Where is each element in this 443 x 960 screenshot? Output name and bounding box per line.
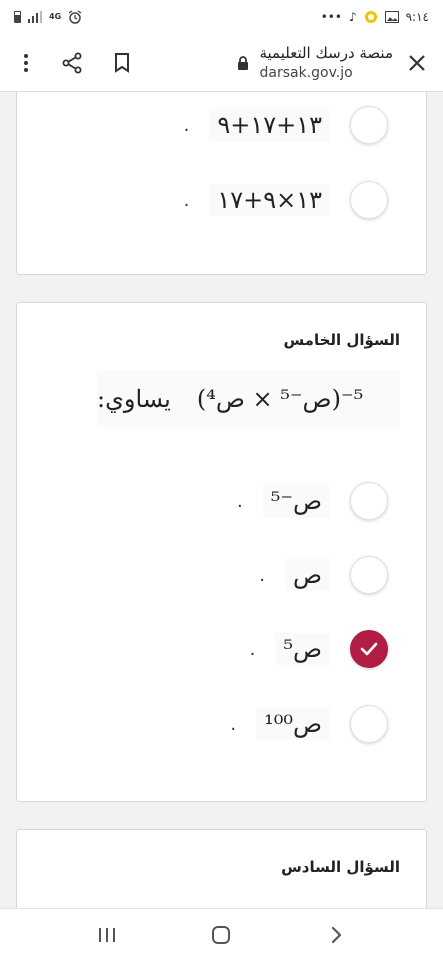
network-type: 4G — [49, 12, 62, 21]
whatsapp-icon — [364, 11, 377, 23]
option-period: . — [183, 114, 190, 136]
radio-button[interactable] — [350, 705, 388, 743]
system-nav-bar — [0, 908, 443, 960]
site-domain: darsak.gov.jo — [259, 65, 353, 81]
answer-option[interactable]: ص¹⁰⁰ . — [230, 702, 388, 746]
radio-button[interactable] — [350, 106, 388, 144]
radio-button-checked[interactable] — [350, 630, 388, 668]
status-bar: 4G ••• ♪ ٩:١٤ — [0, 0, 443, 34]
back-icon[interactable] — [316, 915, 356, 955]
question-title: السؤال الخامس — [283, 331, 400, 349]
tiktok-icon: ♪ — [348, 10, 357, 24]
option-text: ص⁵ — [275, 633, 330, 665]
close-icon[interactable] — [403, 49, 431, 77]
battery-icon — [14, 11, 21, 23]
option-period: . — [249, 638, 256, 660]
home-icon[interactable] — [201, 915, 241, 955]
option-text: ص⁻⁵ — [262, 485, 330, 517]
site-title: منصة درسك التعليمية — [259, 44, 393, 62]
question-card-4: ١٣+١٧+٩ . ١٣×٩+١٧ . — [16, 92, 427, 275]
more-notifications: ••• — [320, 10, 342, 24]
option-text: ١٣×٩+١٧ — [209, 184, 330, 216]
answer-option[interactable]: ص⁻⁵ . — [237, 479, 388, 523]
share-icon[interactable] — [58, 49, 86, 77]
gallery-icon — [384, 11, 399, 23]
radio-button[interactable] — [350, 181, 388, 219]
status-right: ••• ♪ ٩:١٤ — [321, 10, 429, 24]
question-card-5: السؤال الخامس (ص⁻⁵ × ص⁴)⁻⁵ يساوي: ص⁻⁵ . … — [16, 302, 427, 802]
lock-icon — [238, 55, 249, 70]
question-card-6: السؤال السادس — [16, 829, 427, 908]
address-bar[interactable]: منصة درسك التعليمية darsak.gov.jo — [136, 44, 403, 81]
option-period: . — [230, 713, 237, 735]
answer-option[interactable]: ١٣×٩+١٧ . — [184, 178, 388, 222]
answer-option[interactable]: ص . — [259, 553, 388, 597]
signal-icon — [28, 11, 42, 23]
menu-dots-icon[interactable] — [12, 49, 40, 77]
option-period: . — [183, 189, 190, 211]
option-text: ص¹⁰⁰ — [256, 708, 330, 740]
url-text: منصة درسك التعليمية darsak.gov.jo — [259, 44, 393, 81]
recent-apps-icon[interactable] — [87, 915, 127, 955]
stem-word: يساوي: — [97, 385, 171, 413]
option-text: ص — [284, 559, 330, 591]
question-title: السؤال السادس — [281, 858, 400, 876]
stem-expression: (ص⁻⁵ × ص⁴)⁻⁵ — [196, 385, 364, 413]
option-period: . — [236, 490, 243, 512]
answer-option[interactable]: ١٣+١٧+٩ . — [184, 103, 388, 147]
clock-time: ٩:١٤ — [405, 10, 429, 24]
bookmark-icon[interactable] — [108, 49, 136, 77]
alarm-icon — [68, 10, 82, 24]
browser-toolbar: منصة درسك التعليمية darsak.gov.jo — [0, 34, 443, 92]
page-content: ١٣+١٧+٩ . ١٣×٩+١٧ . السؤال الخامس (ص⁻⁵ ×… — [0, 92, 443, 908]
radio-button[interactable] — [350, 482, 388, 520]
answer-option-selected[interactable]: ص⁵ . — [250, 627, 388, 671]
radio-button[interactable] — [350, 556, 388, 594]
question-stem: (ص⁻⁵ × ص⁴)⁻⁵ يساوي: — [97, 371, 400, 427]
status-left: 4G — [14, 10, 82, 24]
option-period: . — [259, 564, 265, 586]
option-text: ١٣+١٧+٩ — [209, 109, 330, 141]
checkmark-icon — [360, 642, 378, 656]
